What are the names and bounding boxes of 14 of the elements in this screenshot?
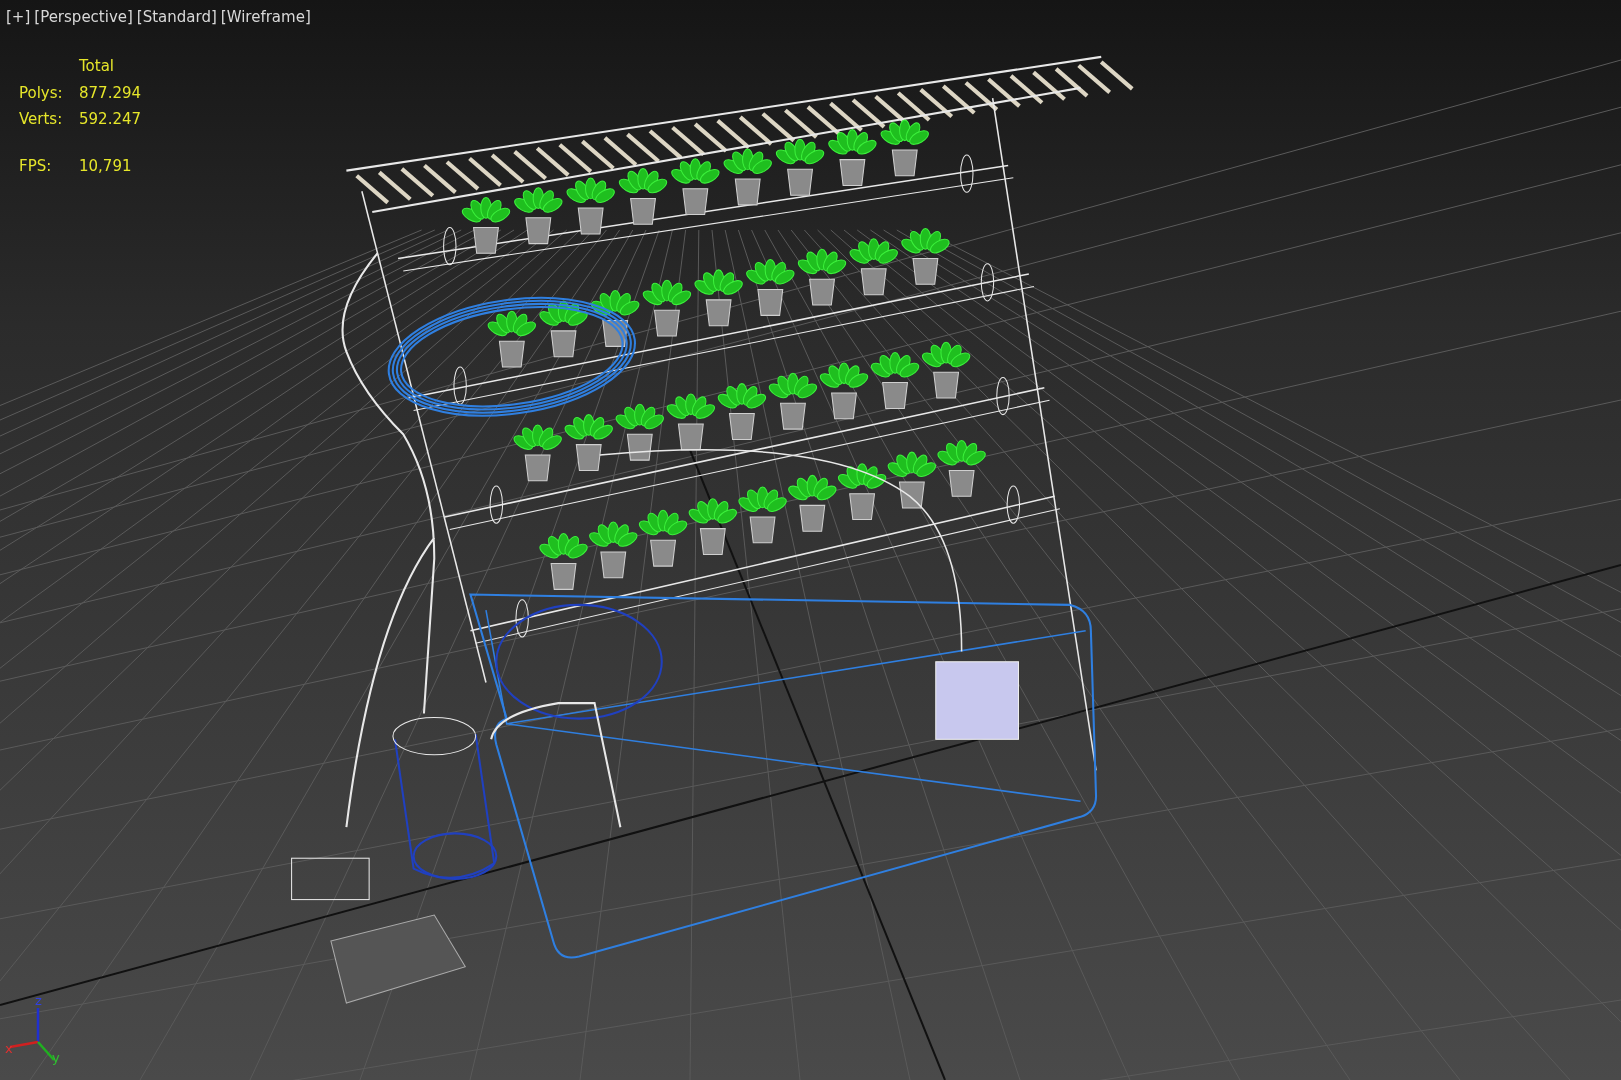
- stat-label: Verts:: [19, 109, 64, 130]
- viewport-menu-label[interactable]: [Standard]: [134, 8, 219, 26]
- viewport-menu-label[interactable]: [Wireframe]: [218, 8, 313, 26]
- stat-value: 877.294: [79, 82, 142, 104]
- viewport-menu-label[interactable]: [+]: [4, 8, 33, 26]
- stat-value: 10,791: [79, 155, 133, 177]
- axis-label: y: [52, 1050, 60, 1065]
- axis-label: z: [35, 993, 42, 1008]
- stats-header: Total: [79, 56, 116, 77]
- viewport-menu-label[interactable]: [Perspective]: [32, 8, 135, 26]
- stat-label: FPS:: [19, 155, 53, 177]
- stat-label: Polys:: [19, 82, 64, 104]
- stat-value: 592.247: [79, 109, 142, 130]
- axis-label: x: [5, 1041, 13, 1056]
